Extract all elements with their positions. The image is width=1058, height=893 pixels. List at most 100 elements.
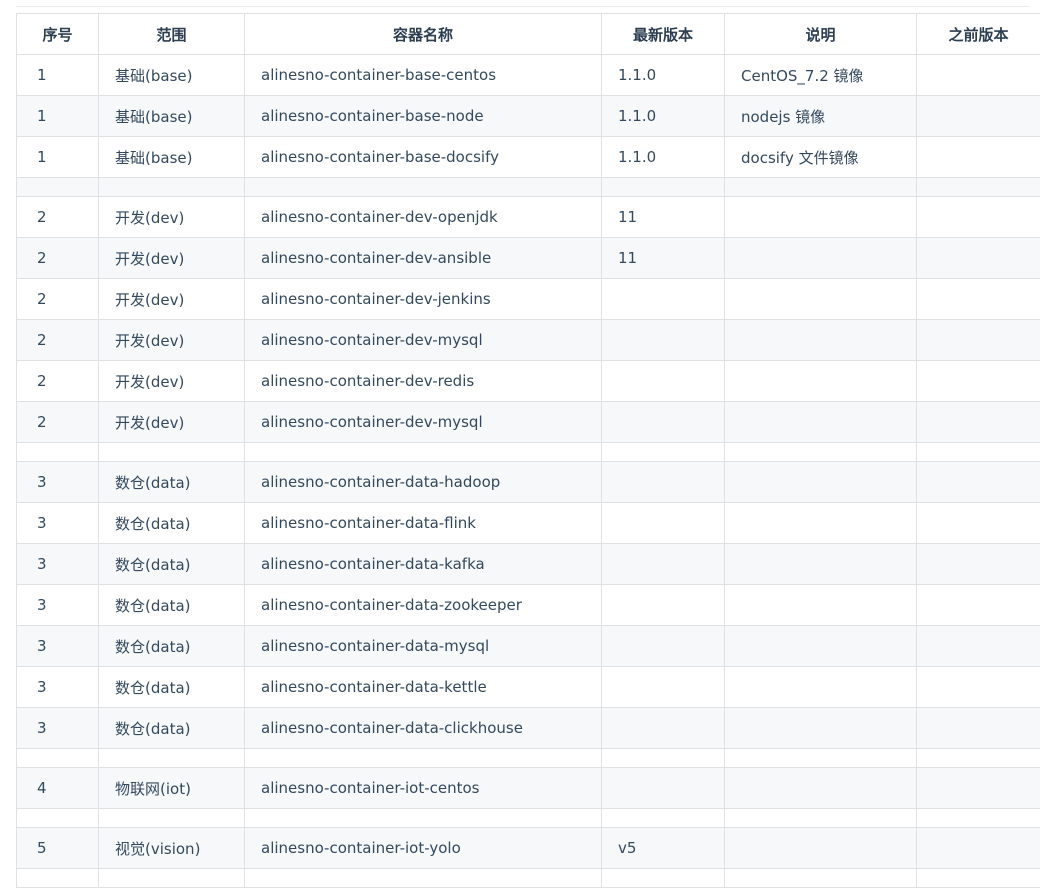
cell-scope: 开发(dev) xyxy=(98,278,245,320)
cell-no: 3 xyxy=(16,625,99,667)
cell-latest-version xyxy=(601,707,725,749)
cell-container-name: alinesno-container-dev-openjdk xyxy=(244,196,602,238)
cell-no xyxy=(16,442,99,462)
cell-description xyxy=(724,543,917,585)
cell-previous-version xyxy=(916,442,1040,462)
cell-no: 3 xyxy=(16,461,99,503)
cell-scope: 数仓(data) xyxy=(98,461,245,503)
cell-container-name: alinesno-container-data-mysql xyxy=(244,625,602,667)
cell-previous-version xyxy=(916,625,1040,667)
cell-no: 2 xyxy=(16,278,99,320)
cell-previous-version xyxy=(916,868,1040,888)
table-row: 2 开发(dev) alinesno-container-dev-ansible 11 xyxy=(16,237,1040,279)
cell-no: 2 xyxy=(16,319,99,361)
table-row: 4 物联网(iot) alinesno-container-iot-centos xyxy=(16,767,1040,809)
header-description: 说明 xyxy=(724,13,917,55)
cell-no: 2 xyxy=(16,401,99,443)
cell-previous-version xyxy=(916,401,1040,443)
cell-no: 2 xyxy=(16,237,99,279)
cell-no: 1 xyxy=(16,95,99,137)
cell-latest-version: 1.1.0 xyxy=(601,95,725,137)
cell-container-name xyxy=(244,442,602,462)
top-divider xyxy=(16,6,1030,7)
table-spacer-row xyxy=(16,868,1040,888)
table-row: 5 视觉(vision) alinesno-container-iot-yolo v5 xyxy=(16,827,1040,869)
cell-description xyxy=(724,237,917,279)
table-spacer-row xyxy=(16,748,1040,768)
cell-scope: 数仓(data) xyxy=(98,502,245,544)
cell-previous-version xyxy=(916,319,1040,361)
cell-latest-version xyxy=(601,625,725,667)
cell-no: 1 xyxy=(16,54,99,96)
cell-description xyxy=(724,360,917,402)
cell-description: docsify 文件镜像 xyxy=(724,136,917,178)
cell-container-name: alinesno-container-dev-ansible xyxy=(244,237,602,279)
cell-container-name: alinesno-container-data-clickhouse xyxy=(244,707,602,749)
cell-scope: 基础(base) xyxy=(98,54,245,96)
cell-latest-version: 11 xyxy=(601,237,725,279)
cell-no: 3 xyxy=(16,502,99,544)
cell-container-name: alinesno-container-base-centos xyxy=(244,54,602,96)
cell-scope: 数仓(data) xyxy=(98,707,245,749)
table-row: 1 基础(base) alinesno-container-base-centos 1… xyxy=(16,54,1040,96)
cell-no: 2 xyxy=(16,196,99,238)
cell-scope: 数仓(data) xyxy=(98,625,245,667)
cell-container-name: alinesno-container-iot-yolo xyxy=(244,827,602,869)
container-table: 序号 范围 容器名称 最新版本 说明 之前版本 1 基础(base) alinesn… xyxy=(16,13,1040,888)
table-row: 3 数仓(data) alinesno-container-data-flink xyxy=(16,502,1040,544)
header-scope: 范围 xyxy=(98,13,245,55)
table-row: 3 数仓(data) alinesno-container-data-zookeep… xyxy=(16,584,1040,626)
cell-scope: 基础(base) xyxy=(98,95,245,137)
cell-previous-version xyxy=(916,54,1040,96)
cell-previous-version xyxy=(916,827,1040,869)
cell-scope: 开发(dev) xyxy=(98,237,245,279)
cell-container-name xyxy=(244,868,602,888)
cell-scope: 数仓(data) xyxy=(98,666,245,708)
cell-latest-version xyxy=(601,442,725,462)
cell-container-name: alinesno-container-base-node xyxy=(244,95,602,137)
cell-scope: 开发(dev) xyxy=(98,319,245,361)
table-row: 1 基础(base) alinesno-container-base-docsify… xyxy=(16,136,1040,178)
cell-latest-version xyxy=(601,360,725,402)
cell-no: 3 xyxy=(16,707,99,749)
cell-container-name: alinesno-container-dev-redis xyxy=(244,360,602,402)
table-spacer-row xyxy=(16,442,1040,462)
cell-previous-version xyxy=(916,278,1040,320)
cell-scope: 数仓(data) xyxy=(98,543,245,585)
cell-scope xyxy=(98,748,245,768)
table-row: 1 基础(base) alinesno-container-base-node 1.1… xyxy=(16,95,1040,137)
cell-previous-version xyxy=(916,666,1040,708)
cell-no: 3 xyxy=(16,666,99,708)
cell-no xyxy=(16,177,99,197)
cell-latest-version xyxy=(601,543,725,585)
cell-container-name: alinesno-container-dev-mysql xyxy=(244,319,602,361)
table-row: 3 数仓(data) alinesno-container-data-kettle xyxy=(16,666,1040,708)
cell-description xyxy=(724,707,917,749)
cell-description xyxy=(724,748,917,768)
table-spacer-row xyxy=(16,808,1040,828)
cell-latest-version: 1.1.0 xyxy=(601,54,725,96)
cell-description xyxy=(724,401,917,443)
cell-container-name: alinesno-container-dev-jenkins xyxy=(244,278,602,320)
cell-latest-version xyxy=(601,767,725,809)
table-row: 2 开发(dev) alinesno-container-dev-redis xyxy=(16,360,1040,402)
cell-scope: 基础(base) xyxy=(98,136,245,178)
cell-description xyxy=(724,625,917,667)
cell-latest-version xyxy=(601,502,725,544)
cell-previous-version xyxy=(916,237,1040,279)
cell-scope: 数仓(data) xyxy=(98,584,245,626)
cell-container-name: alinesno-container-base-docsify xyxy=(244,136,602,178)
cell-previous-version xyxy=(916,748,1040,768)
cell-container-name: alinesno-container-data-kettle xyxy=(244,666,602,708)
table-row: 2 开发(dev) alinesno-container-dev-openjdk 11 xyxy=(16,196,1040,238)
cell-previous-version xyxy=(916,461,1040,503)
table-row: 2 开发(dev) alinesno-container-dev-mysql xyxy=(16,319,1040,361)
cell-previous-version xyxy=(916,543,1040,585)
cell-description xyxy=(724,461,917,503)
cell-description xyxy=(724,584,917,626)
cell-no: 5 xyxy=(16,827,99,869)
cell-no: 3 xyxy=(16,543,99,585)
table-row: 3 数仓(data) alinesno-container-data-clickho… xyxy=(16,707,1040,749)
header-latest-version: 最新版本 xyxy=(601,13,725,55)
cell-description: nodejs 镜像 xyxy=(724,95,917,137)
